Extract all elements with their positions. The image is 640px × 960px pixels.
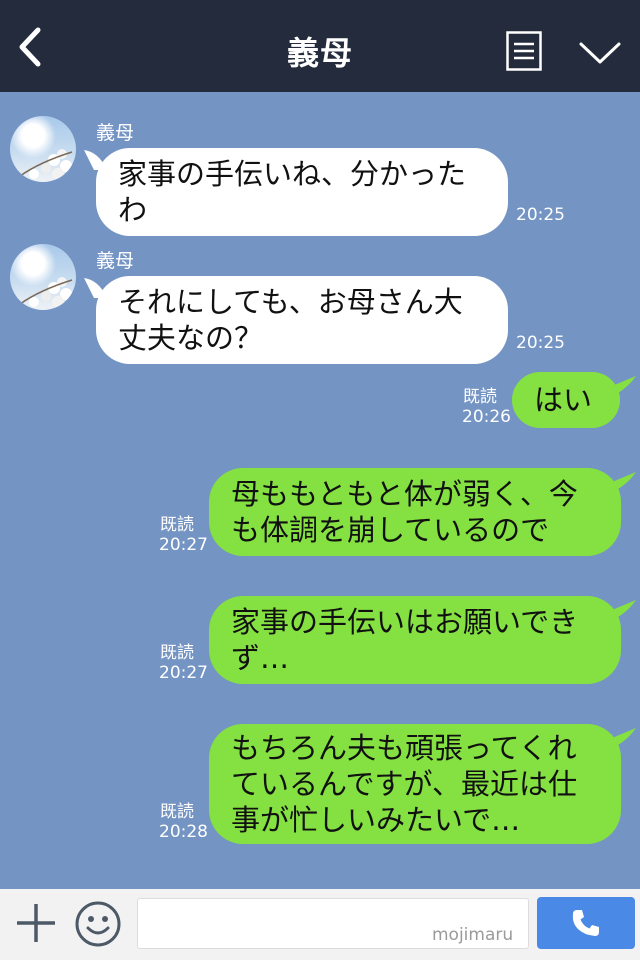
list-icon[interactable]	[506, 31, 542, 71]
message-bubble-outgoing[interactable]: 家事の手伝いはお願いでき ず…	[209, 596, 621, 684]
chat-header: 義母	[0, 0, 640, 92]
message-bubble-incoming[interactable]: それにしても、お母さん大 丈夫なの？	[96, 276, 508, 364]
phone-icon	[572, 910, 599, 936]
message-bubble-incoming[interactable]: 家事の手伝いね、分かった わ	[96, 148, 508, 236]
watermark: mojimaru	[432, 925, 514, 945]
message-text: 家事の手伝いはお願いでき ず…	[231, 605, 579, 675]
bubble-tail	[612, 376, 636, 396]
plus-icon[interactable]	[14, 901, 58, 945]
message-time: 20:25	[516, 205, 565, 225]
bubble-tail	[612, 728, 636, 748]
message-text: 家事の手伝いね、分かった わ	[118, 157, 467, 227]
sender-name: 義母	[96, 250, 135, 272]
read-status: 既読	[160, 643, 194, 663]
message-time: 20:27	[159, 663, 208, 683]
bubble-tail	[612, 472, 636, 492]
message-bubble-outgoing[interactable]: 母ももともと体が弱く、今 も体調を崩しているので	[209, 468, 621, 556]
read-status: 既読	[160, 802, 194, 822]
message-time: 20:26	[462, 407, 511, 427]
smiley-icon[interactable]	[74, 900, 122, 948]
message-text: もちろん夫も頑張ってくれ ているんですが、最近は仕 事が忙しいみたいで…	[231, 731, 577, 837]
message-text: 母ももともと体が弱く、今 も体調を崩しているので	[231, 477, 578, 547]
read-status: 既読	[160, 515, 194, 535]
message-text: はい	[534, 383, 593, 417]
message-bubble-outgoing[interactable]: もちろん夫も頑張ってくれ ているんですが、最近は仕 事が忙しいみたいで…	[209, 724, 621, 844]
chat-area[interactable]: 義母 家事の手伝いね、分かった わ 20:25 義母 それにしても、お母さん大 …	[0, 92, 640, 889]
bubble-tail	[612, 600, 636, 620]
message-time: 20:25	[516, 333, 565, 353]
chevron-down-icon[interactable]	[578, 40, 622, 66]
call-button[interactable]	[537, 897, 635, 949]
chat-title: 義母	[286, 34, 353, 72]
message-time: 20:27	[159, 535, 208, 555]
message-text: それにしても、お母さん大 丈夫なの？	[118, 285, 463, 355]
read-status: 既読	[463, 387, 497, 407]
sender-name: 義母	[96, 122, 135, 144]
message-bubble-outgoing[interactable]: はい	[512, 372, 620, 428]
message-time: 20:28	[159, 822, 208, 842]
avatar[interactable]	[10, 116, 76, 182]
avatar[interactable]	[10, 244, 76, 310]
